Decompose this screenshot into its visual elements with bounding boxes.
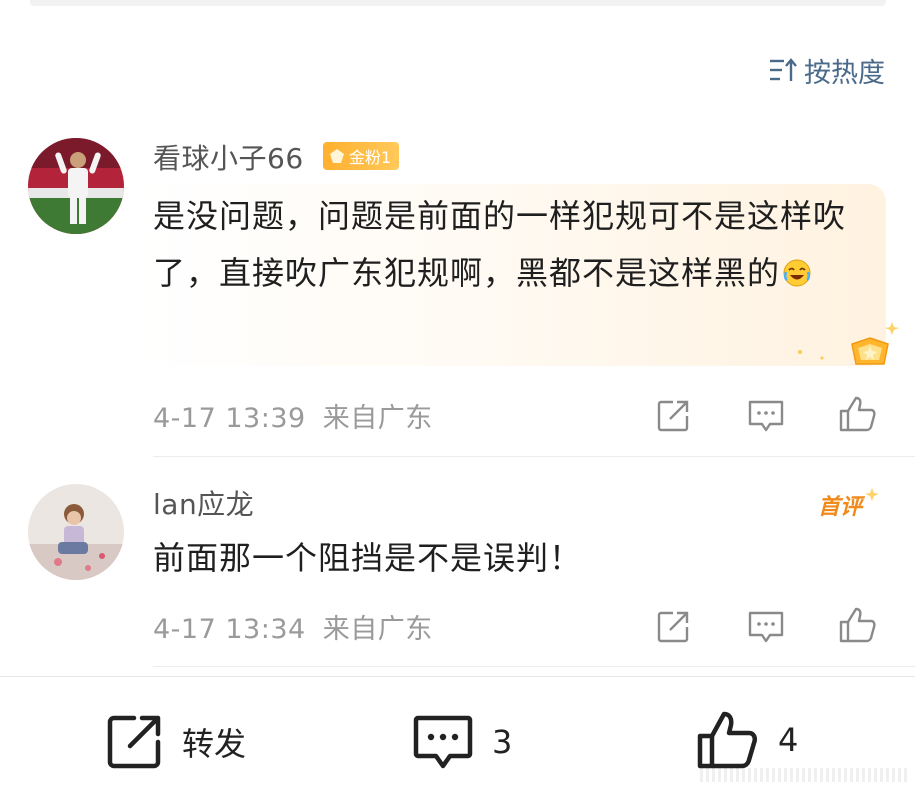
first-comment-tag: 首评 — [818, 488, 879, 520]
comment-count: 3 — [492, 723, 513, 761]
like-icon — [697, 711, 758, 769]
comment-text: 是没问题，问题是前面的一样犯规可不是这样吹了，直接吹广东犯规啊，黑都不是这样黑的 — [153, 188, 863, 306]
top-strip — [30, 0, 886, 6]
comment-location: 来自广东 — [322, 403, 433, 434]
comment-icon — [413, 715, 473, 769]
comment-text-content: 是没问题，问题是前面的一样犯规可不是这样吹了，直接吹广东犯规啊，黑都不是这样黑的 — [153, 197, 847, 292]
sort-icon — [770, 58, 797, 81]
comment-divider — [153, 456, 915, 457]
watermark — [700, 768, 910, 782]
comment-divider — [153, 666, 915, 667]
fan-badge: 金粉1 — [323, 142, 400, 170]
comment-time: 4-17 13:39 — [153, 403, 306, 434]
avatar[interactable] — [28, 484, 124, 580]
comment-meta: 4-17 13:34 来自广东 — [153, 607, 433, 646]
bottom-like-button[interactable]: 4 — [696, 708, 798, 772]
bottom-bar-divider — [0, 676, 915, 677]
like-icon[interactable] — [838, 394, 878, 434]
like-count: 4 — [778, 721, 799, 759]
repost-icon — [107, 715, 161, 769]
like-icon[interactable] — [838, 605, 878, 645]
repost-label: 转发 — [182, 725, 247, 763]
comment-text: 前面那一个阻挡是不是误判！ — [153, 539, 583, 577]
sort-by-hot-button[interactable]: 按热度 — [768, 52, 885, 89]
bottom-comment-button[interactable]: 3 — [412, 712, 512, 772]
bottom-repost-button[interactable]: 转发 — [104, 712, 246, 772]
repost-icon[interactable] — [655, 398, 691, 434]
gold-fan-decoration — [792, 318, 902, 377]
comment-meta: 4-17 13:39 来自广东 — [153, 396, 433, 435]
svg-text:首评: 首评 — [818, 494, 866, 520]
username[interactable]: 看球小子66 — [153, 137, 304, 177]
fan-badge-label: 金粉1 — [349, 148, 392, 167]
gold-fan-icon — [330, 149, 344, 163]
comment-icon[interactable] — [747, 609, 785, 645]
laugh-cry-emoji — [782, 249, 812, 306]
comment-location: 来自广东 — [322, 614, 433, 645]
sort-label: 按热度 — [804, 57, 885, 89]
comment-icon[interactable] — [747, 398, 785, 434]
avatar[interactable] — [28, 138, 124, 234]
username[interactable]: lan应龙 — [153, 483, 254, 523]
repost-icon[interactable] — [655, 609, 691, 645]
comment-time: 4-17 13:34 — [153, 614, 306, 645]
